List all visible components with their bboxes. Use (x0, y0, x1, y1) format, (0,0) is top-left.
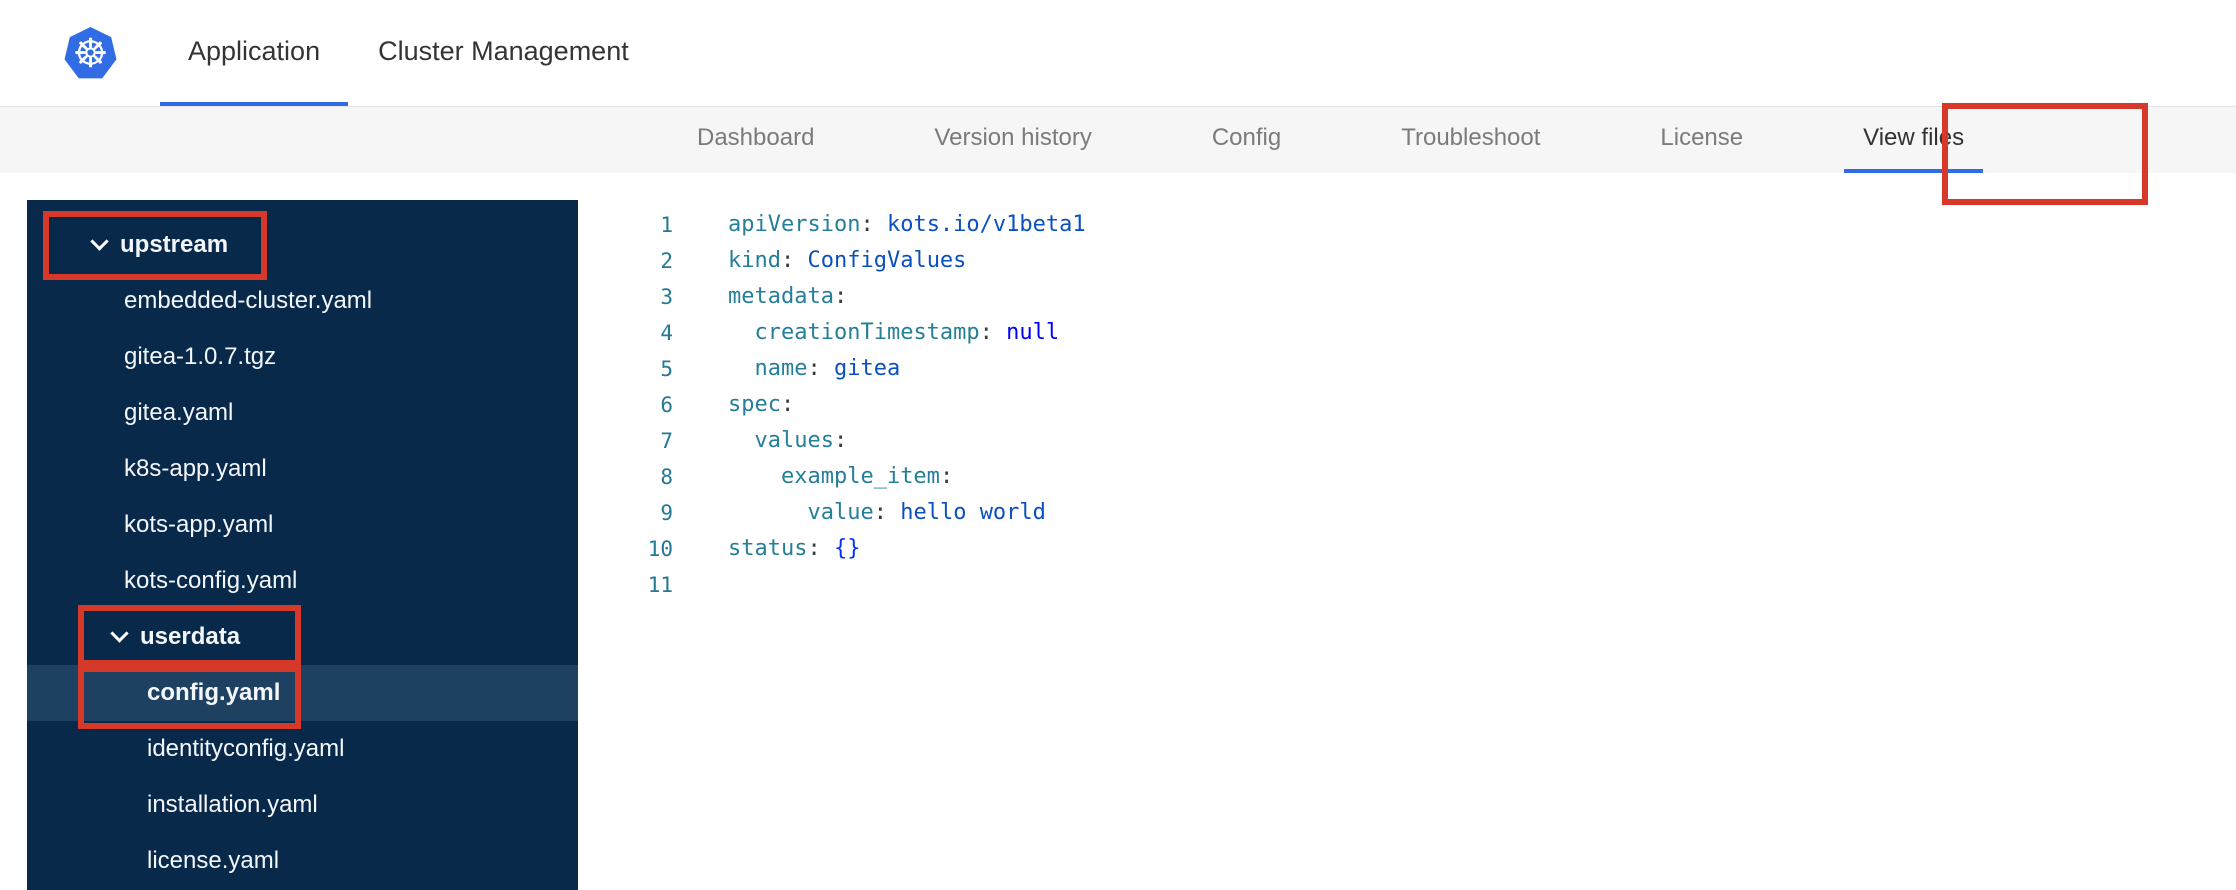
tab-application[interactable]: Application (160, 0, 349, 106)
folder-upstream[interactable]: upstream (27, 217, 578, 273)
file-gitea-yaml[interactable]: gitea.yaml (27, 385, 578, 441)
code-line: 3 metadata: (578, 279, 2236, 315)
top-bar: ☸ Application Cluster Management (0, 0, 2236, 107)
kubernetes-wheel-glyph: ☸ (72, 30, 109, 77)
code-text: values: (754, 428, 848, 453)
code-line: 10 status: {} (578, 531, 2236, 567)
kots-admin-console: ☸ Application Cluster Management Dashboa… (0, 0, 2236, 890)
code-line: 4 creationTimestamp: null (578, 315, 2236, 351)
file-gitea-1-0-7-tgz[interactable]: gitea-1.0.7.tgz (27, 329, 578, 385)
file-tree-item-label: license.yaml (147, 847, 280, 874)
file-embedded-cluster-yaml[interactable]: embedded-cluster.yaml (27, 273, 578, 329)
code-line: 1 apiVersion: kots.io/v1beta1 (578, 207, 2236, 243)
subnav-item-version-history[interactable]: Version history (915, 107, 1110, 173)
line-number: 2 (660, 249, 673, 273)
code-text: apiVersion: kots.io/v1beta1 (728, 212, 1086, 237)
line-number: 1 (660, 213, 673, 237)
code-text: value: hello world (807, 500, 1046, 525)
code-line: 9 value: hello world (578, 495, 2236, 531)
top-nav: Application Cluster Management (160, 0, 657, 106)
subnav-item-config-label: Config (1211, 124, 1282, 151)
code-text: name: gitea (754, 356, 901, 381)
file-tree-item-label: identityconfig.yaml (147, 735, 345, 762)
subnav-item-troubleshoot[interactable]: Troubleshoot (1382, 107, 1559, 173)
app-subnav: Dashboard Version history Config Trouble… (0, 107, 2236, 173)
file-license-yaml[interactable]: license.yaml (27, 833, 578, 889)
folder-userdata[interactable]: userdata (27, 609, 578, 665)
subnav-item-troubleshoot-label: Troubleshoot (1401, 124, 1541, 151)
line-number: 3 (660, 285, 673, 309)
chevron-down-icon (90, 231, 109, 251)
file-tree-item-label: gitea.yaml (124, 399, 234, 426)
subnav-item-license[interactable]: License (1641, 107, 1762, 173)
subnav-item-dashboard[interactable]: Dashboard (678, 107, 833, 173)
kubernetes-logo-icon[interactable]: ☸ (64, 27, 117, 79)
subnav-item-dashboard-label: Dashboard (697, 124, 815, 151)
file-config-yaml[interactable]: config.yaml (27, 665, 578, 721)
subnav-item-config[interactable]: Config (1193, 107, 1300, 173)
chevron-down-icon (110, 623, 129, 643)
subnav-item-view-files-label: View files (1863, 124, 1965, 151)
file-identityconfig-yaml[interactable]: identityconfig.yaml (27, 721, 578, 777)
line-number: 4 (660, 321, 673, 345)
code-text: spec: (728, 392, 795, 417)
file-kots-config-yaml[interactable]: kots-config.yaml (27, 553, 578, 609)
code-lines: 1 apiVersion: kots.io/v1beta1 2 kind: Confi… (578, 207, 2236, 603)
line-number: 11 (647, 573, 673, 597)
code-text: status: {} (728, 536, 861, 561)
tab-cluster-management[interactable]: Cluster Management (350, 0, 657, 106)
tab-application-label: Application (188, 35, 321, 66)
file-tree-item-label: installation.yaml (147, 791, 318, 818)
code-line: 7 values: (578, 423, 2236, 459)
line-number: 8 (660, 465, 673, 489)
code-text: creationTimestamp: null (754, 320, 1060, 345)
file-tree-item-label: upstream (120, 231, 229, 258)
file-installation-yaml[interactable]: installation.yaml (27, 777, 578, 833)
code-line: 6 spec: (578, 387, 2236, 423)
code-text: example_item: (780, 464, 954, 489)
code-line: 5 name: gitea (578, 351, 2236, 387)
code-line: 8 example_item: (578, 459, 2236, 495)
code-editor[interactable]: 1 apiVersion: kots.io/v1beta1 2 kind: Confi… (578, 200, 2236, 890)
file-tree: upstream embedded-cluster.yaml gitea-1.0.7… (27, 200, 578, 890)
line-number: 10 (647, 537, 673, 561)
file-tree-item-label: gitea-1.0.7.tgz (124, 343, 277, 370)
line-number: 6 (660, 393, 673, 417)
subnav-item-version-history-label: Version history (934, 124, 1092, 151)
line-number: 9 (660, 501, 673, 525)
file-tree-item-label: userdata (140, 623, 241, 650)
line-number: 7 (660, 429, 673, 453)
file-tree-item-label: config.yaml (147, 679, 281, 706)
subnav-item-license-label: License (1660, 124, 1744, 151)
line-number: 5 (660, 357, 673, 381)
file-tree-item-label: kots-app.yaml (124, 511, 274, 538)
code-text: kind: ConfigValues (728, 248, 967, 273)
file-tree-item-label: kots-config.yaml (124, 567, 298, 594)
file-kots-app-yaml[interactable]: kots-app.yaml (27, 497, 578, 553)
file-tree-item-label: k8s-app.yaml (124, 455, 267, 482)
code-text: metadata: (728, 284, 848, 309)
view-files-content: upstream embedded-cluster.yaml gitea-1.0.7… (0, 173, 2236, 890)
subnav-item-view-files[interactable]: View files (1844, 107, 1984, 173)
code-line: 2 kind: ConfigValues (578, 243, 2236, 279)
file-k8s-app-yaml[interactable]: k8s-app.yaml (27, 441, 578, 497)
tab-cluster-management-label: Cluster Management (378, 35, 629, 66)
file-tree-item-label: embedded-cluster.yaml (124, 287, 373, 314)
code-line: 11 (578, 567, 2236, 603)
